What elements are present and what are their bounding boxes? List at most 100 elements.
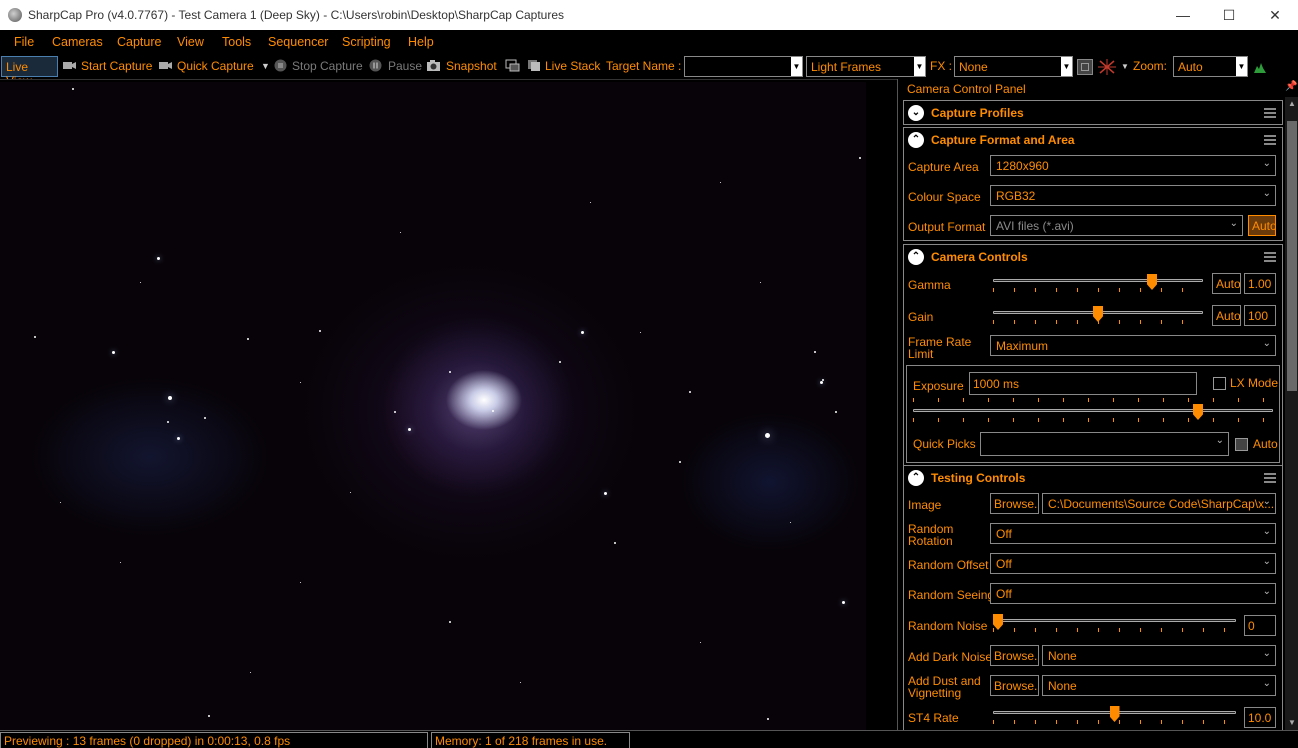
output-format-auto-button[interactable]: Auto (1248, 215, 1276, 236)
gamma-value[interactable]: 1.00 (1244, 273, 1276, 294)
output-format-select[interactable]: AVI files (*.avi) ⌄ (990, 215, 1243, 236)
gamma-auto-button[interactable]: Auto (1212, 273, 1241, 294)
quick-capture-button[interactable]: Quick Capture (177, 59, 254, 73)
live-stack-button[interactable]: Live Stack (545, 59, 600, 73)
hamburger-menu-icon[interactable] (1264, 252, 1276, 262)
st4-rate-slider[interactable] (993, 706, 1236, 726)
camera-controls-header[interactable]: ⌃ Camera Controls (904, 245, 1282, 269)
capture-format-section: ⌃ Capture Format and Area Capture Area 1… (903, 127, 1283, 241)
star (247, 338, 249, 340)
quick-picks-label: Quick Picks (913, 437, 976, 451)
memory-status: Memory: 1 of 218 frames in use. (431, 732, 630, 748)
gain-auto-button[interactable]: Auto (1212, 305, 1241, 326)
scroll-thumb[interactable] (1287, 121, 1297, 391)
display-icon[interactable] (505, 59, 520, 72)
hamburger-menu-icon[interactable] (1264, 135, 1276, 145)
exposure-ticks-top (913, 398, 1273, 402)
random-offset-select[interactable]: Off ⌄ (990, 553, 1276, 574)
histogram-icon[interactable] (1253, 60, 1267, 74)
testing-controls-header[interactable]: ⌃ Testing Controls (904, 466, 1282, 490)
pause-button[interactable]: Pause (388, 59, 422, 73)
hamburger-menu-icon[interactable] (1264, 473, 1276, 483)
menu-scripting[interactable]: Scripting (342, 35, 391, 49)
star (394, 411, 396, 413)
reticle-dropdown-icon[interactable]: ▼ (1121, 62, 1129, 71)
star (639, 331, 641, 333)
st4-rate-value[interactable]: 10.0 (1244, 707, 1276, 728)
close-button[interactable]: ✕ (1252, 0, 1298, 30)
capture-profiles-title: Capture Profiles (931, 106, 1024, 120)
dark-noise-select[interactable]: None ⌄ (1042, 645, 1276, 666)
capture-format-header[interactable]: ⌃ Capture Format and Area (904, 128, 1282, 152)
snapshot-button[interactable]: Snapshot (446, 59, 497, 73)
frame-rate-value: Maximum (996, 339, 1049, 353)
menu-file[interactable]: File (14, 35, 34, 49)
scroll-down-icon[interactable]: ▼ (1285, 716, 1298, 730)
fx-label: FX : (930, 59, 953, 73)
reticle-box-icon[interactable] (1077, 59, 1093, 75)
live-view-button[interactable]: Live View (1, 56, 58, 88)
lx-mode-checkbox[interactable] (1213, 377, 1226, 390)
scroll-up-icon[interactable]: ▲ (1285, 97, 1298, 111)
menu-sequencer[interactable]: Sequencer (268, 35, 328, 49)
menu-view[interactable]: View (177, 35, 204, 49)
image-browse-button[interactable]: Browse... (990, 493, 1039, 514)
random-noise-slider[interactable] (993, 614, 1236, 634)
random-seeing-select[interactable]: Off ⌄ (990, 583, 1276, 604)
menu-tools[interactable]: Tools (222, 35, 251, 49)
random-noise-value[interactable]: 0 (1244, 615, 1276, 636)
gamma-label: Gamma (908, 278, 951, 292)
minimize-button[interactable]: — (1160, 0, 1206, 30)
capture-area-select[interactable]: 1280x960 ⌄ (990, 155, 1276, 176)
chevron-down-icon[interactable]: ⌄ (908, 105, 924, 121)
star (299, 581, 301, 583)
stop-capture-button[interactable]: Stop Capture (292, 59, 363, 73)
menu-cameras[interactable]: Cameras (52, 35, 103, 49)
star (835, 411, 837, 413)
image-viewer[interactable] (0, 79, 897, 731)
chevron-up-icon[interactable]: ⌃ (908, 470, 924, 486)
dust-browse-button[interactable]: Browse... (990, 675, 1039, 696)
zoom-select[interactable]: Auto ▼ (1173, 56, 1248, 77)
start-capture-button[interactable]: Start Capture (81, 59, 152, 73)
chevron-down-icon: ⌄ (1262, 188, 1271, 199)
dust-vignetting-select[interactable]: None ⌄ (1042, 675, 1276, 696)
video-camera-icon (63, 62, 76, 69)
quick-picks-select[interactable]: ⌄ (980, 432, 1229, 456)
colour-space-select[interactable]: RGB32 ⌄ (990, 185, 1276, 206)
menu-help[interactable]: Help (408, 35, 434, 49)
chevron-down-icon: ⌄ (1229, 218, 1238, 229)
exposure-group: Exposure 1000 ms LX Mode Quick Picks ⌄ A… (906, 365, 1280, 463)
frame-type-select[interactable]: Light Frames ▼ (806, 56, 926, 77)
camera-controls-title: Camera Controls (931, 250, 1028, 264)
exposure-slider[interactable] (913, 404, 1273, 424)
panel-scrollbar[interactable]: ▲ ▼ (1285, 97, 1298, 730)
quick-picks-auto-checkbox[interactable] (1235, 438, 1248, 451)
gain-value[interactable]: 100 (1244, 305, 1276, 326)
exposure-input[interactable]: 1000 ms (969, 372, 1197, 395)
maximize-button[interactable]: ☐ (1206, 0, 1252, 30)
frame-rate-select[interactable]: Maximum ⌄ (990, 335, 1276, 356)
pin-icon[interactable]: 📌 (1285, 81, 1297, 93)
star (759, 281, 761, 283)
gamma-slider[interactable] (993, 274, 1203, 294)
gain-slider[interactable] (993, 306, 1203, 326)
dark-noise-browse-button[interactable]: Browse... (990, 645, 1039, 666)
star (519, 681, 521, 683)
quick-capture-dropdown-icon[interactable]: ▼ (261, 61, 270, 71)
menu-capture[interactable]: Capture (117, 35, 161, 49)
fx-select[interactable]: None ▼ (954, 56, 1073, 77)
random-rotation-select[interactable]: Off ⌄ (990, 523, 1276, 544)
image-path-select[interactable]: C:\Documents\Source Code\SharpCap\x... ⌄ (1042, 493, 1276, 514)
capture-area-label: Capture Area (908, 160, 979, 174)
star (614, 542, 616, 544)
capture-profiles-header[interactable]: ⌄ Capture Profiles (904, 101, 1282, 125)
chevron-down-icon: ⌄ (1262, 586, 1271, 597)
random-offset-value: Off (996, 557, 1012, 571)
target-name-input[interactable]: ▼ (684, 56, 803, 77)
chevron-up-icon[interactable]: ⌃ (908, 132, 924, 148)
hamburger-menu-icon[interactable] (1264, 108, 1276, 118)
chevron-up-icon[interactable]: ⌃ (908, 249, 924, 265)
crosshair-icon[interactable] (1098, 59, 1116, 75)
frame-type-value: Light Frames (811, 60, 882, 74)
